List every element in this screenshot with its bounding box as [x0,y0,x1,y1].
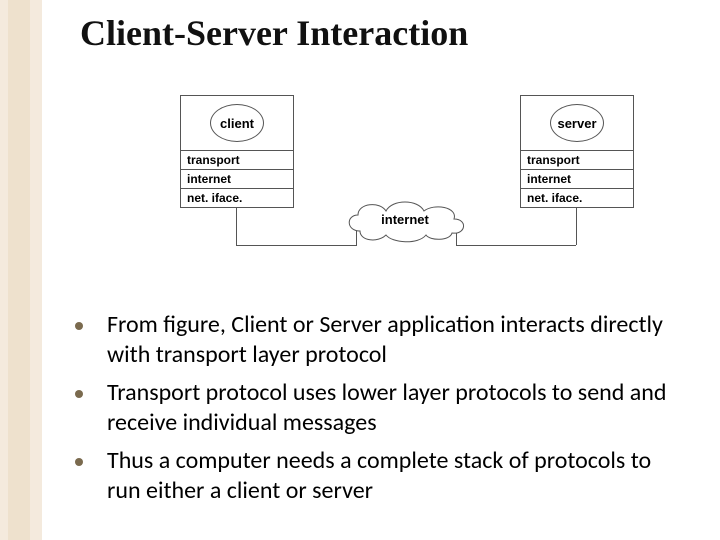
cloud-label: internet [340,195,470,243]
bullet-text: From figure, Client or Server applicatio… [107,310,685,370]
internet-cloud: internet [340,195,470,243]
client-circle-label: client [210,104,264,142]
wire-cloud-to-server [456,245,576,246]
server-internet-layer: internet [521,170,633,189]
slide: Client-Server Interaction client transpo… [0,0,720,540]
bullet-dot-icon [75,390,83,398]
server-stack-top: server [521,96,633,151]
bullet-list: From figure, Client or Server applicatio… [75,310,685,514]
slide-title: Client-Server Interaction [80,12,468,54]
wire-client-to-cloud [236,245,356,246]
bullet-text: Transport protocol uses lower layer prot… [107,378,685,438]
diagram: client transport internet net. iface. se… [150,85,650,275]
client-transport-layer: transport [181,151,293,170]
list-item: From figure, Client or Server applicatio… [75,310,685,370]
bullet-dot-icon [75,322,83,330]
server-stack: server transport internet net. iface. [520,95,634,208]
side-band-inner [8,0,30,540]
list-item: Thus a computer needs a complete stack o… [75,446,685,506]
wire-client-drop [236,207,237,245]
wire-server-drop [576,207,577,245]
client-netiface-layer: net. iface. [181,189,293,207]
list-item: Transport protocol uses lower layer prot… [75,378,685,438]
bullet-dot-icon [75,458,83,466]
client-stack: client transport internet net. iface. [180,95,294,208]
server-circle-label: server [550,104,604,142]
bullet-text: Thus a computer needs a complete stack o… [107,446,685,506]
client-internet-layer: internet [181,170,293,189]
client-stack-top: client [181,96,293,151]
server-transport-layer: transport [521,151,633,170]
server-netiface-layer: net. iface. [521,189,633,207]
